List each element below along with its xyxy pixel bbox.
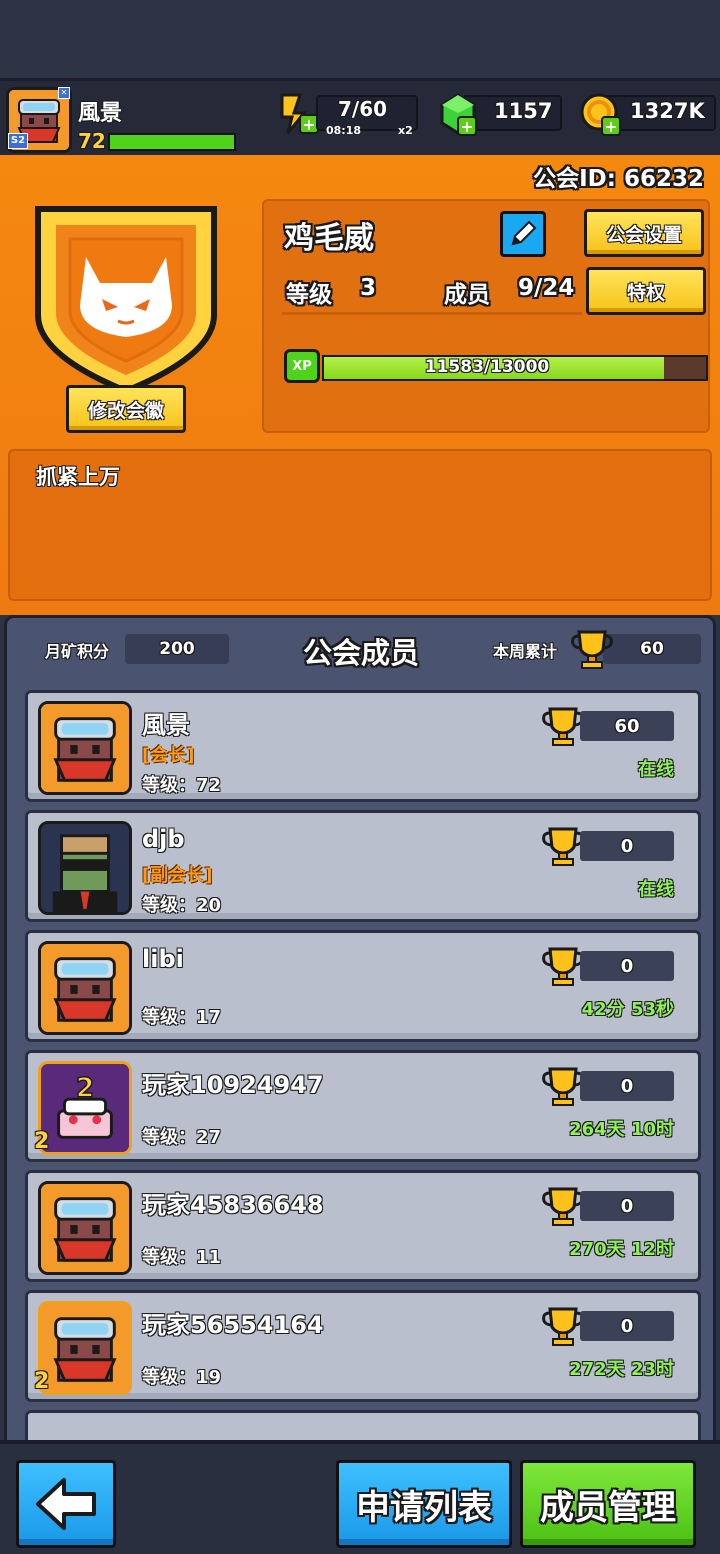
energy-mult: x2 (398, 124, 413, 137)
bottom-bar: 申请列表 成员管理 (0, 1440, 720, 1554)
member-status: 272天 23时 (569, 1359, 674, 1380)
energy-timer: 08:18 (326, 124, 362, 137)
member-name: 玩家45836648 (142, 1191, 324, 1219)
goggle-avatar-icon (41, 1304, 129, 1392)
member-status: 在线 (638, 879, 674, 900)
gems-value: 1157 (494, 99, 553, 123)
player-name: 風景 (78, 101, 123, 126)
goggle-avatar-icon (41, 704, 129, 792)
member-level: 等级：11 (142, 1247, 222, 1268)
top-bar: S2 ✕ 風景 72 + 7/60 08:18 x2 + 1157 + 1327… (0, 78, 720, 158)
member-card[interactable]: libi 等级：17 0 42分 53秒 (25, 930, 701, 1042)
energy-icon: + (274, 89, 320, 135)
member-score: 0 (580, 1191, 674, 1221)
privilege-button[interactable]: 特权 (586, 267, 706, 315)
goggle-avatar-icon (41, 1184, 129, 1272)
svg-text:+: + (460, 117, 473, 136)
member-score: 0 (580, 951, 674, 981)
xp-text: 11583/13000 (424, 357, 550, 377)
guild-header: 公会ID: 66232 修改会徽 鸡毛威 公会设置 等级 3 成员 9/24 特… (0, 155, 720, 615)
member-status: 42分 53秒 (581, 999, 674, 1020)
vip-mark-icon: ✕ (58, 87, 70, 99)
member-level: 等级：17 (142, 1007, 222, 1028)
member-card[interactable]: 2 2 玩家10924947 等级：27 0 264天 10时 (25, 1050, 701, 1162)
xp-badge: XP (284, 349, 320, 383)
guild-members-value: 9/24 (518, 275, 575, 301)
guild-motto-box[interactable]: 抓紧上万 (8, 449, 712, 601)
member-name: libi (142, 945, 184, 973)
member-score: 0 (580, 1311, 674, 1341)
member-card[interactable]: 玩家45836648 等级：11 0 270天 12时 (25, 1170, 701, 1282)
guild-motto: 抓紧上万 (36, 465, 120, 489)
member-card[interactable]: 風景 [会长] 等级：72 60 在线 (25, 690, 701, 802)
member-title: [会长] (142, 745, 195, 766)
member-avatar (38, 1301, 132, 1395)
member-name: 玩家10924947 (142, 1071, 324, 1099)
svg-text:+: + (302, 115, 315, 134)
member-level: 等级：20 (142, 895, 222, 916)
status-strip (0, 0, 720, 78)
rank-badge: 2 (34, 1369, 50, 1394)
edit-emblem-button[interactable]: 修改会徽 (66, 385, 186, 433)
gem-icon: + (436, 91, 480, 137)
member-manage-button[interactable]: 成员管理 (520, 1460, 696, 1548)
guild-level-label: 等级 (286, 282, 332, 308)
guild-info-panel: 鸡毛威 公会设置 等级 3 成员 9/24 特权 XP 11583/13000 (262, 199, 710, 433)
member-avatar (38, 701, 132, 795)
member-level: 等级：72 (142, 775, 222, 796)
member-avatar (38, 821, 132, 915)
member-status: 270天 12时 (569, 1239, 674, 1260)
member-status: 在线 (638, 759, 674, 780)
goggle-avatar-icon (41, 944, 129, 1032)
members-panel: 月矿积分 200 公会成员 本周累计 60 風景 [会长] 等级：72 60 在… (4, 615, 716, 1445)
apply-list-button[interactable]: 申请列表 (336, 1460, 512, 1548)
player-exp-bar (108, 133, 236, 151)
cat-emblem-icon (35, 206, 217, 395)
guild-members-label: 成员 (444, 282, 490, 308)
guild-name: 鸡毛威 (284, 221, 374, 256)
zombie-avatar-icon (41, 824, 129, 912)
pencil-icon (511, 220, 537, 246)
back-button[interactable] (16, 1460, 116, 1548)
cake-avatar-icon: 2 (41, 1064, 129, 1152)
edit-name-button[interactable] (500, 211, 546, 257)
member-name: djb (142, 825, 185, 853)
member-name: 風景 (142, 711, 190, 739)
svg-text:2: 2 (76, 1072, 94, 1103)
season-badge: S2 (8, 133, 28, 149)
member-level: 等级：27 (142, 1127, 222, 1148)
member-avatar (38, 941, 132, 1035)
member-score: 0 (580, 1071, 674, 1101)
member-card[interactable]: 2 玩家56554164 等级：19 0 272天 23时 (25, 1290, 701, 1402)
member-title: [副会长] (142, 865, 213, 886)
member-score: 0 (580, 831, 674, 861)
coin-icon: + (578, 91, 624, 137)
member-list[interactable]: 風景 [会长] 等级：72 60 在线 djb [副会长] 等级：20 0 在线… (7, 618, 713, 1442)
member-score: 60 (580, 711, 674, 741)
guild-id: 公会ID: 66232 (533, 166, 704, 192)
player-level: 72 (78, 129, 106, 153)
coins-value: 1327K (630, 99, 705, 123)
back-arrow-icon (36, 1478, 96, 1530)
member-level: 等级：19 (142, 1367, 222, 1388)
member-card[interactable]: djb [副会长] 等级：20 0 在线 (25, 810, 701, 922)
rank-badge: 2 (34, 1129, 50, 1154)
guild-emblem[interactable] (30, 195, 222, 395)
energy-value: 7/60 (338, 97, 388, 121)
member-name: 玩家56554164 (142, 1311, 324, 1339)
svg-text:+: + (604, 117, 617, 136)
guild-settings-button[interactable]: 公会设置 (584, 209, 704, 257)
member-avatar (38, 1181, 132, 1275)
member-status: 264天 10时 (569, 1119, 674, 1140)
guild-level-value: 3 (360, 275, 377, 301)
member-avatar: 2 (38, 1061, 132, 1155)
